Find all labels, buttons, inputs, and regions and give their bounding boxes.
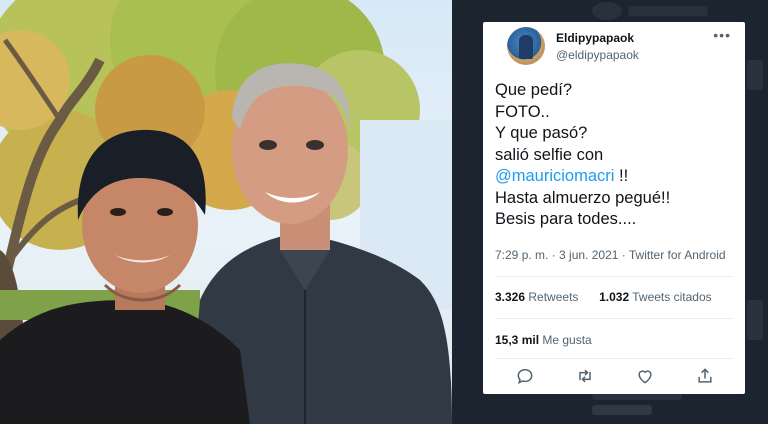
display-name[interactable]: Eldipypapaok (556, 31, 634, 45)
ghost-handle (628, 6, 708, 16)
tweet-line-2: FOTO.. (495, 102, 550, 121)
mention-link[interactable]: @mauriciomacri (495, 167, 614, 185)
ghost-avatar (592, 2, 622, 20)
likes-stat: 15,3 mil Me gusta (495, 333, 592, 347)
tweet-text: Que pedí? FOTO.. Y que pasó? salió selfi… (495, 80, 735, 231)
divider (495, 276, 733, 277)
ghost-edge (747, 60, 763, 90)
tweet-line-3: Y que pasó? (495, 124, 588, 142)
divider (495, 358, 733, 359)
selfie-illustration (0, 0, 452, 424)
divider (495, 318, 733, 319)
tweet-header: Eldipypapaok @eldipypapaok ••• (495, 22, 733, 78)
quotes-count[interactable]: 1.032 (599, 290, 629, 304)
more-horizontal-icon[interactable]: ••• (713, 28, 731, 42)
likes-label[interactable]: Me gusta (542, 333, 591, 347)
retweets-count[interactable]: 3.326 (495, 290, 525, 304)
reply-icon[interactable] (515, 366, 535, 386)
tweet-line-1: Que pedí? (495, 81, 573, 99)
retweet-icon[interactable] (575, 366, 595, 386)
ghost-sidebar-item (592, 405, 652, 415)
tweet-line-6: Hasta almuerzo pegué!! (495, 188, 671, 207)
avatar[interactable] (507, 27, 545, 65)
tweet-card: Eldipypapaok @eldipypapaok ••• Que pedí?… (483, 22, 745, 394)
like-icon[interactable] (635, 366, 655, 386)
tweet-line-4: salió selfie con (495, 145, 604, 164)
tweet-timestamp[interactable]: 7:29 p. m. · 3 jun. 2021 · Twitter for A… (495, 248, 726, 262)
mention-suffix: !! (614, 167, 629, 185)
user-handle[interactable]: @eldipypapaok (556, 48, 639, 62)
tweet-line-7: Besis para todes.... (495, 210, 637, 228)
selfie-photo (0, 0, 452, 424)
tweet-actions (495, 366, 733, 388)
ghost-edge-2 (747, 300, 763, 340)
quotes-label[interactable]: Tweets citados (632, 290, 711, 304)
likes-count[interactable]: 15,3 mil (495, 333, 539, 347)
share-icon[interactable] (695, 366, 715, 386)
tweet-stats: 3.326 Retweets 1.032 Tweets citados (495, 290, 712, 304)
retweets-label[interactable]: Retweets (528, 290, 578, 304)
